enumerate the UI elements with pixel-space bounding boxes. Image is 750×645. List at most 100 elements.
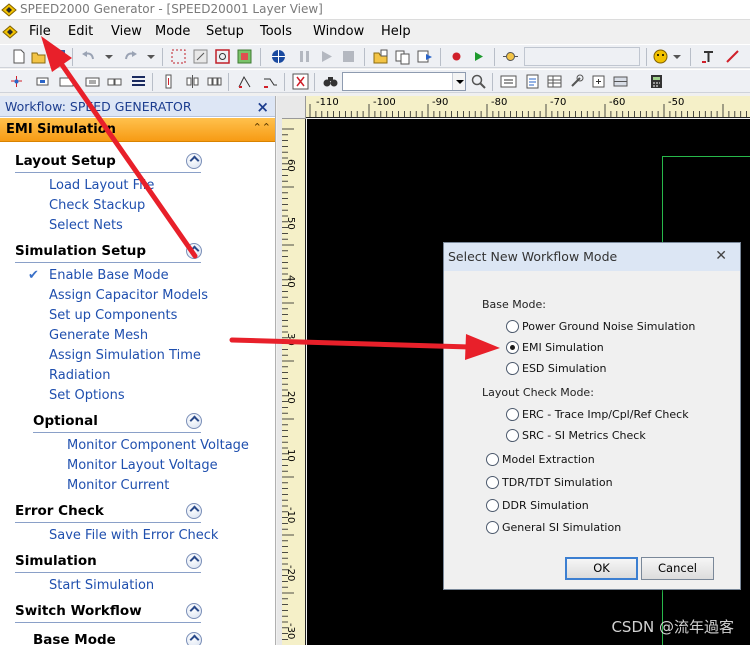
- expand-icon[interactable]: [590, 73, 607, 90]
- draw-line-icon[interactable]: [724, 48, 741, 65]
- stop-icon[interactable]: [340, 48, 357, 65]
- section-collapse-icon[interactable]: [186, 603, 202, 619]
- open-project-icon[interactable]: [372, 48, 389, 65]
- radio-emi-simulation[interactable]: [506, 341, 519, 354]
- radio-ddr-simulation[interactable]: [486, 499, 499, 512]
- probe-icon[interactable]: [502, 48, 519, 65]
- pause-icon[interactable]: [296, 48, 313, 65]
- radio-power-ground-noise[interactable]: [506, 320, 519, 333]
- radio-general-si-simulation[interactable]: [486, 521, 499, 534]
- zoom-slider[interactable]: [524, 47, 640, 66]
- copy-icon[interactable]: [394, 48, 411, 65]
- save-icon[interactable]: [50, 48, 67, 65]
- section-base-mode[interactable]: Base Mode: [33, 632, 116, 645]
- crosshair-icon[interactable]: [270, 48, 287, 65]
- image-view-icon[interactable]: [236, 48, 253, 65]
- dialog-titlebar[interactable]: Select New Workflow Mode ✕: [444, 243, 740, 271]
- option-label[interactable]: SRC - SI Metrics Check: [522, 429, 646, 442]
- option-label[interactable]: ESD Simulation: [522, 362, 607, 375]
- menu-view[interactable]: View: [111, 24, 142, 39]
- node-tool-icon[interactable]: [8, 73, 25, 90]
- link-assign-simulation-time[interactable]: Assign Simulation Time: [49, 348, 201, 363]
- zoom-fit-icon[interactable]: [214, 48, 231, 65]
- option-label[interactable]: Power Ground Noise Simulation: [522, 320, 695, 333]
- link-start-simulation[interactable]: Start Simulation: [49, 578, 154, 593]
- menu-mode[interactable]: Mode: [155, 24, 190, 39]
- run-icon[interactable]: [470, 48, 487, 65]
- option-label[interactable]: DDR Simulation: [502, 499, 589, 512]
- combo-dropdown-icon[interactable]: [452, 73, 465, 90]
- menu-edit[interactable]: Edit: [68, 24, 93, 39]
- center-align-icon[interactable]: [184, 73, 201, 90]
- section-switch-workflow[interactable]: Switch Workflow: [15, 603, 142, 619]
- zoom-100-icon[interactable]: [500, 73, 517, 90]
- section-collapse-icon[interactable]: [186, 503, 202, 519]
- dialog-close-icon[interactable]: ✕: [715, 248, 727, 264]
- layers-icon[interactable]: [130, 73, 147, 90]
- redo-icon[interactable]: [122, 48, 139, 65]
- link-radiation[interactable]: Radiation: [49, 368, 110, 383]
- option-label[interactable]: TDR/TDT Simulation: [502, 476, 613, 489]
- cut-icon[interactable]: [292, 73, 309, 90]
- collapse-chevron-icon[interactable]: ⌃⌃: [253, 121, 271, 134]
- vertical-align-icon[interactable]: [160, 73, 177, 90]
- link-load-layout-file[interactable]: Load Layout File: [49, 178, 154, 193]
- select-rect-icon[interactable]: [170, 48, 187, 65]
- report-icon[interactable]: [524, 73, 541, 90]
- panel-close-icon[interactable]: ×: [256, 98, 269, 116]
- link-check-stackup[interactable]: Check Stackup: [49, 198, 145, 213]
- radio-esd-simulation[interactable]: [506, 362, 519, 375]
- document-menu-icon[interactable]: [2, 25, 18, 42]
- redo-dropdown-icon[interactable]: [146, 48, 163, 65]
- tools-icon[interactable]: [568, 73, 585, 90]
- option-label[interactable]: EMI Simulation: [522, 341, 604, 354]
- link-select-nets[interactable]: Select Nets: [49, 218, 123, 233]
- table-icon[interactable]: [546, 73, 563, 90]
- help-face-icon[interactable]: [652, 48, 669, 65]
- option-label[interactable]: General SI Simulation: [502, 521, 621, 534]
- link-save-file-with-error-check[interactable]: Save File with Error Check: [49, 528, 218, 543]
- option-label[interactable]: ERC - Trace Imp/Cpl/Ref Check: [522, 408, 689, 421]
- rect-tool-icon[interactable]: [58, 73, 75, 90]
- open-folder-icon[interactable]: [30, 48, 47, 65]
- ok-button[interactable]: OK: [565, 557, 638, 580]
- section-simulation[interactable]: Simulation: [15, 553, 97, 569]
- link-monitor-layout-voltage[interactable]: Monitor Layout Voltage: [67, 458, 218, 473]
- section-layout-setup[interactable]: Layout Setup: [15, 153, 116, 169]
- help-dropdown-icon[interactable]: [672, 48, 689, 65]
- layer-stack-icon[interactable]: [612, 73, 629, 90]
- link-set-options[interactable]: Set Options: [49, 388, 125, 403]
- pin-row-icon[interactable]: [106, 73, 123, 90]
- undo-dropdown-icon[interactable]: [104, 48, 121, 65]
- section-collapse-icon[interactable]: [186, 243, 202, 259]
- link-assign-capacitor-models[interactable]: Assign Capacitor Models: [49, 288, 208, 303]
- workflow-banner[interactable]: EMI Simulation ⌃⌃: [0, 118, 275, 142]
- section-collapse-icon[interactable]: [186, 153, 202, 169]
- radio-tdr-tdt-simulation[interactable]: [486, 476, 499, 489]
- section-collapse-icon[interactable]: [186, 553, 202, 569]
- menu-help[interactable]: Help: [381, 24, 411, 39]
- link-monitor-component-voltage[interactable]: Monitor Component Voltage: [67, 438, 249, 453]
- section-error-check[interactable]: Error Check: [15, 503, 104, 519]
- section-optional[interactable]: Optional: [33, 413, 98, 429]
- radio-model-extraction[interactable]: [486, 453, 499, 466]
- distribute-icon[interactable]: [206, 73, 223, 90]
- pad-tool-icon[interactable]: [84, 73, 101, 90]
- export-icon[interactable]: [416, 48, 433, 65]
- binoculars-icon[interactable]: [322, 73, 339, 90]
- menu-file[interactable]: File: [29, 24, 51, 39]
- section-collapse-icon[interactable]: [186, 413, 202, 429]
- option-label[interactable]: Model Extraction: [502, 453, 595, 466]
- play-icon[interactable]: [318, 48, 335, 65]
- calculator-icon[interactable]: [648, 73, 665, 90]
- radio-erc-check[interactable]: [506, 408, 519, 421]
- text-tool-icon[interactable]: [700, 48, 717, 65]
- record-icon[interactable]: [448, 48, 465, 65]
- link-monitor-current[interactable]: Monitor Current: [67, 478, 169, 493]
- menu-window[interactable]: Window: [313, 24, 364, 39]
- section-simulation-setup[interactable]: Simulation Setup: [15, 243, 146, 259]
- arc-tool-icon[interactable]: [236, 73, 253, 90]
- cancel-button[interactable]: Cancel: [641, 557, 714, 580]
- menu-tools[interactable]: Tools: [260, 24, 292, 39]
- via-tool-icon[interactable]: [34, 73, 51, 90]
